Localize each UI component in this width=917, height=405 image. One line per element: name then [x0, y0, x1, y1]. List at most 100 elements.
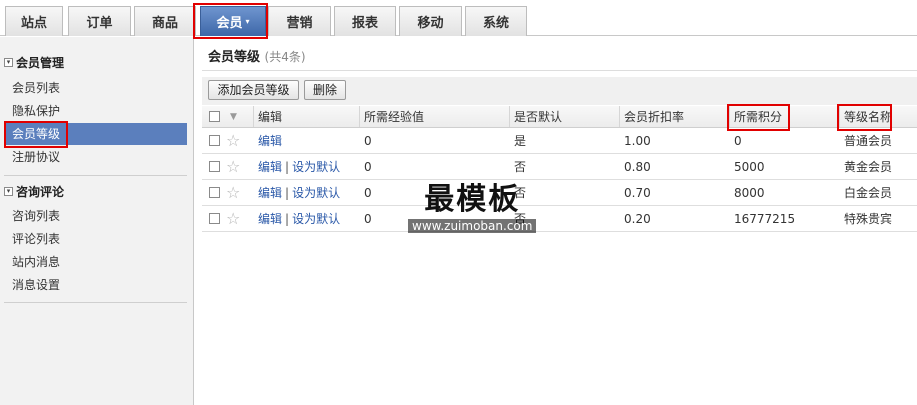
exp-cell: 0: [364, 185, 372, 200]
row-checkbox[interactable]: [202, 206, 226, 231]
star-icon[interactable]: ☆: [226, 154, 253, 179]
edit-cell: 编辑 | 设为默认: [258, 180, 340, 205]
row-checkbox[interactable]: [202, 154, 226, 179]
sidebar-item-message-settings[interactable]: 消息设置: [4, 274, 187, 296]
separator: |: [285, 185, 290, 200]
column-header-level-name[interactable]: 等级名称: [839, 106, 917, 127]
tab-label: 移动: [417, 16, 444, 31]
chevron-down-icon: ▾: [245, 17, 250, 26]
column-header-is-default[interactable]: 是否默认: [509, 106, 619, 127]
tab-label: 会员: [216, 16, 243, 31]
sidebar-item-member-levels[interactable]: 会员等级: [4, 123, 187, 145]
add-member-level-button[interactable]: 添加会员等级: [208, 80, 299, 100]
sort-menu[interactable]: ▼: [226, 106, 253, 127]
tab-mobile[interactable]: 移动: [399, 6, 462, 36]
row-checkbox[interactable]: [202, 128, 226, 153]
edit-link[interactable]: 编辑: [258, 210, 282, 227]
is-default-cell: 否: [514, 186, 527, 200]
separator: |: [285, 211, 290, 226]
tab-products[interactable]: 商品: [134, 6, 196, 36]
sidebar-item-label: 会员列表: [12, 81, 61, 95]
main-content: 会员等级 (共4条) 添加会员等级 删除 ▼ 编辑 所需经验值 是否默认 会员折…: [196, 37, 917, 405]
set-default-link[interactable]: 设为默认: [292, 210, 340, 227]
sidebar-item-label: 会员等级: [12, 127, 61, 141]
set-default-link[interactable]: 设为默认: [292, 184, 340, 201]
tab-members[interactable]: 会员 ▾: [200, 6, 266, 36]
collapse-icon[interactable]: ▾: [4, 187, 13, 196]
tab-orders[interactable]: 订单: [68, 6, 131, 36]
column-header-edit[interactable]: 编辑: [253, 106, 359, 127]
column-header-discount[interactable]: 会员折扣率: [619, 106, 729, 127]
checkbox-icon: [208, 111, 220, 122]
table-row: ☆ 编辑 0 是 1.00 0 普通会员: [202, 128, 917, 154]
table-row: ☆ 编辑 | 设为默认 0 否 0.20 16777215 特殊贵宾: [202, 206, 917, 232]
points-cell: 16777215: [734, 211, 796, 226]
points-cell: 8000: [734, 185, 765, 200]
sidebar-item-registration-agreement[interactable]: 注册协议: [4, 146, 187, 168]
tab-label: 报表: [351, 16, 378, 31]
tab-reports[interactable]: 报表: [334, 6, 396, 36]
discount-cell: 1.00: [624, 133, 651, 148]
edit-cell: 编辑 | 设为默认: [258, 206, 340, 231]
sidebar-group-member-management[interactable]: ▾ 会员管理: [4, 54, 64, 71]
discount-cell: 0.70: [624, 185, 651, 200]
sidebar-item-label: 消息设置: [12, 278, 61, 292]
edit-link[interactable]: 编辑: [258, 158, 282, 175]
sidebar-item-label: 咨询列表: [12, 209, 61, 223]
record-count: (共4条): [264, 50, 306, 64]
sidebar-item-review-list[interactable]: 评论列表: [4, 228, 187, 250]
collapse-icon[interactable]: ▾: [4, 58, 13, 67]
sidebar-item-label: 站内消息: [12, 255, 61, 269]
sidebar-group-consult-reviews[interactable]: ▾ 咨询评论: [4, 183, 64, 200]
star-icon[interactable]: ☆: [226, 180, 253, 205]
star-icon[interactable]: ☆: [226, 128, 253, 153]
tab-system[interactable]: 系统: [465, 6, 527, 36]
column-header-exp[interactable]: 所需经验值: [359, 106, 509, 127]
divider: [4, 175, 187, 176]
sidebar-item-member-list[interactable]: 会员列表: [4, 77, 187, 99]
sidebar-item-privacy[interactable]: 隐私保护: [4, 100, 187, 122]
tab-label: 系统: [482, 16, 509, 31]
sidebar-item-site-messages[interactable]: 站内消息: [4, 251, 187, 273]
exp-cell: 0: [364, 159, 372, 174]
level-name-cell: 白金会员: [844, 186, 893, 200]
table-header: ▼ 编辑 所需经验值 是否默认 会员折扣率 所需积分 等级名称: [202, 106, 917, 128]
tab-site[interactable]: 站点: [5, 6, 63, 36]
checkbox-icon: [208, 161, 220, 172]
tab-marketing[interactable]: 营销: [268, 6, 331, 36]
page-title: 会员等级 (共4条): [208, 46, 306, 65]
star-icon[interactable]: ☆: [226, 206, 253, 231]
edit-link[interactable]: 编辑: [258, 184, 282, 201]
sidebar-item-label: 评论列表: [12, 232, 61, 246]
tab-label: 站点: [20, 16, 47, 31]
column-header-points[interactable]: 所需积分: [729, 106, 839, 127]
set-default-link[interactable]: 设为默认: [292, 158, 340, 175]
sidebar: ▾ 会员管理 会员列表 隐私保护 会员等级 注册协议 ▾ 咨询评论 咨询列表 评…: [0, 37, 194, 405]
separator: |: [285, 159, 290, 174]
tab-label: 商品: [151, 16, 178, 31]
sidebar-group-title: 会员管理: [16, 56, 65, 70]
top-nav: 站点 订单 商品 会员 ▾ 营销 报表 移动 系统: [0, 0, 917, 36]
checkbox-icon: [208, 213, 220, 224]
divider: [4, 302, 187, 303]
delete-button[interactable]: 删除: [304, 80, 346, 100]
discount-cell: 0.80: [624, 159, 651, 174]
select-all-checkbox[interactable]: [202, 106, 226, 127]
divider: [202, 70, 917, 71]
is-default-cell: 否: [514, 160, 527, 174]
sidebar-group-title: 咨询评论: [16, 185, 65, 199]
edit-link[interactable]: 编辑: [258, 132, 282, 149]
page-title-text: 会员等级: [208, 50, 261, 65]
tab-label: 营销: [286, 16, 313, 31]
sidebar-item-label: 注册协议: [12, 150, 61, 164]
edit-cell: 编辑 | 设为默认: [258, 154, 340, 179]
checkbox-icon: [208, 135, 220, 146]
edit-cell: 编辑: [258, 128, 282, 153]
sidebar-item-consult-list[interactable]: 咨询列表: [4, 205, 187, 227]
points-cell: 0: [734, 133, 742, 148]
row-checkbox[interactable]: [202, 180, 226, 205]
is-default-cell: 是: [514, 134, 527, 148]
points-cell: 5000: [734, 159, 765, 174]
level-name-cell: 特殊贵宾: [844, 212, 893, 226]
table-row: ☆ 编辑 | 设为默认 0 否 0.80 5000 黄金会员: [202, 154, 917, 180]
